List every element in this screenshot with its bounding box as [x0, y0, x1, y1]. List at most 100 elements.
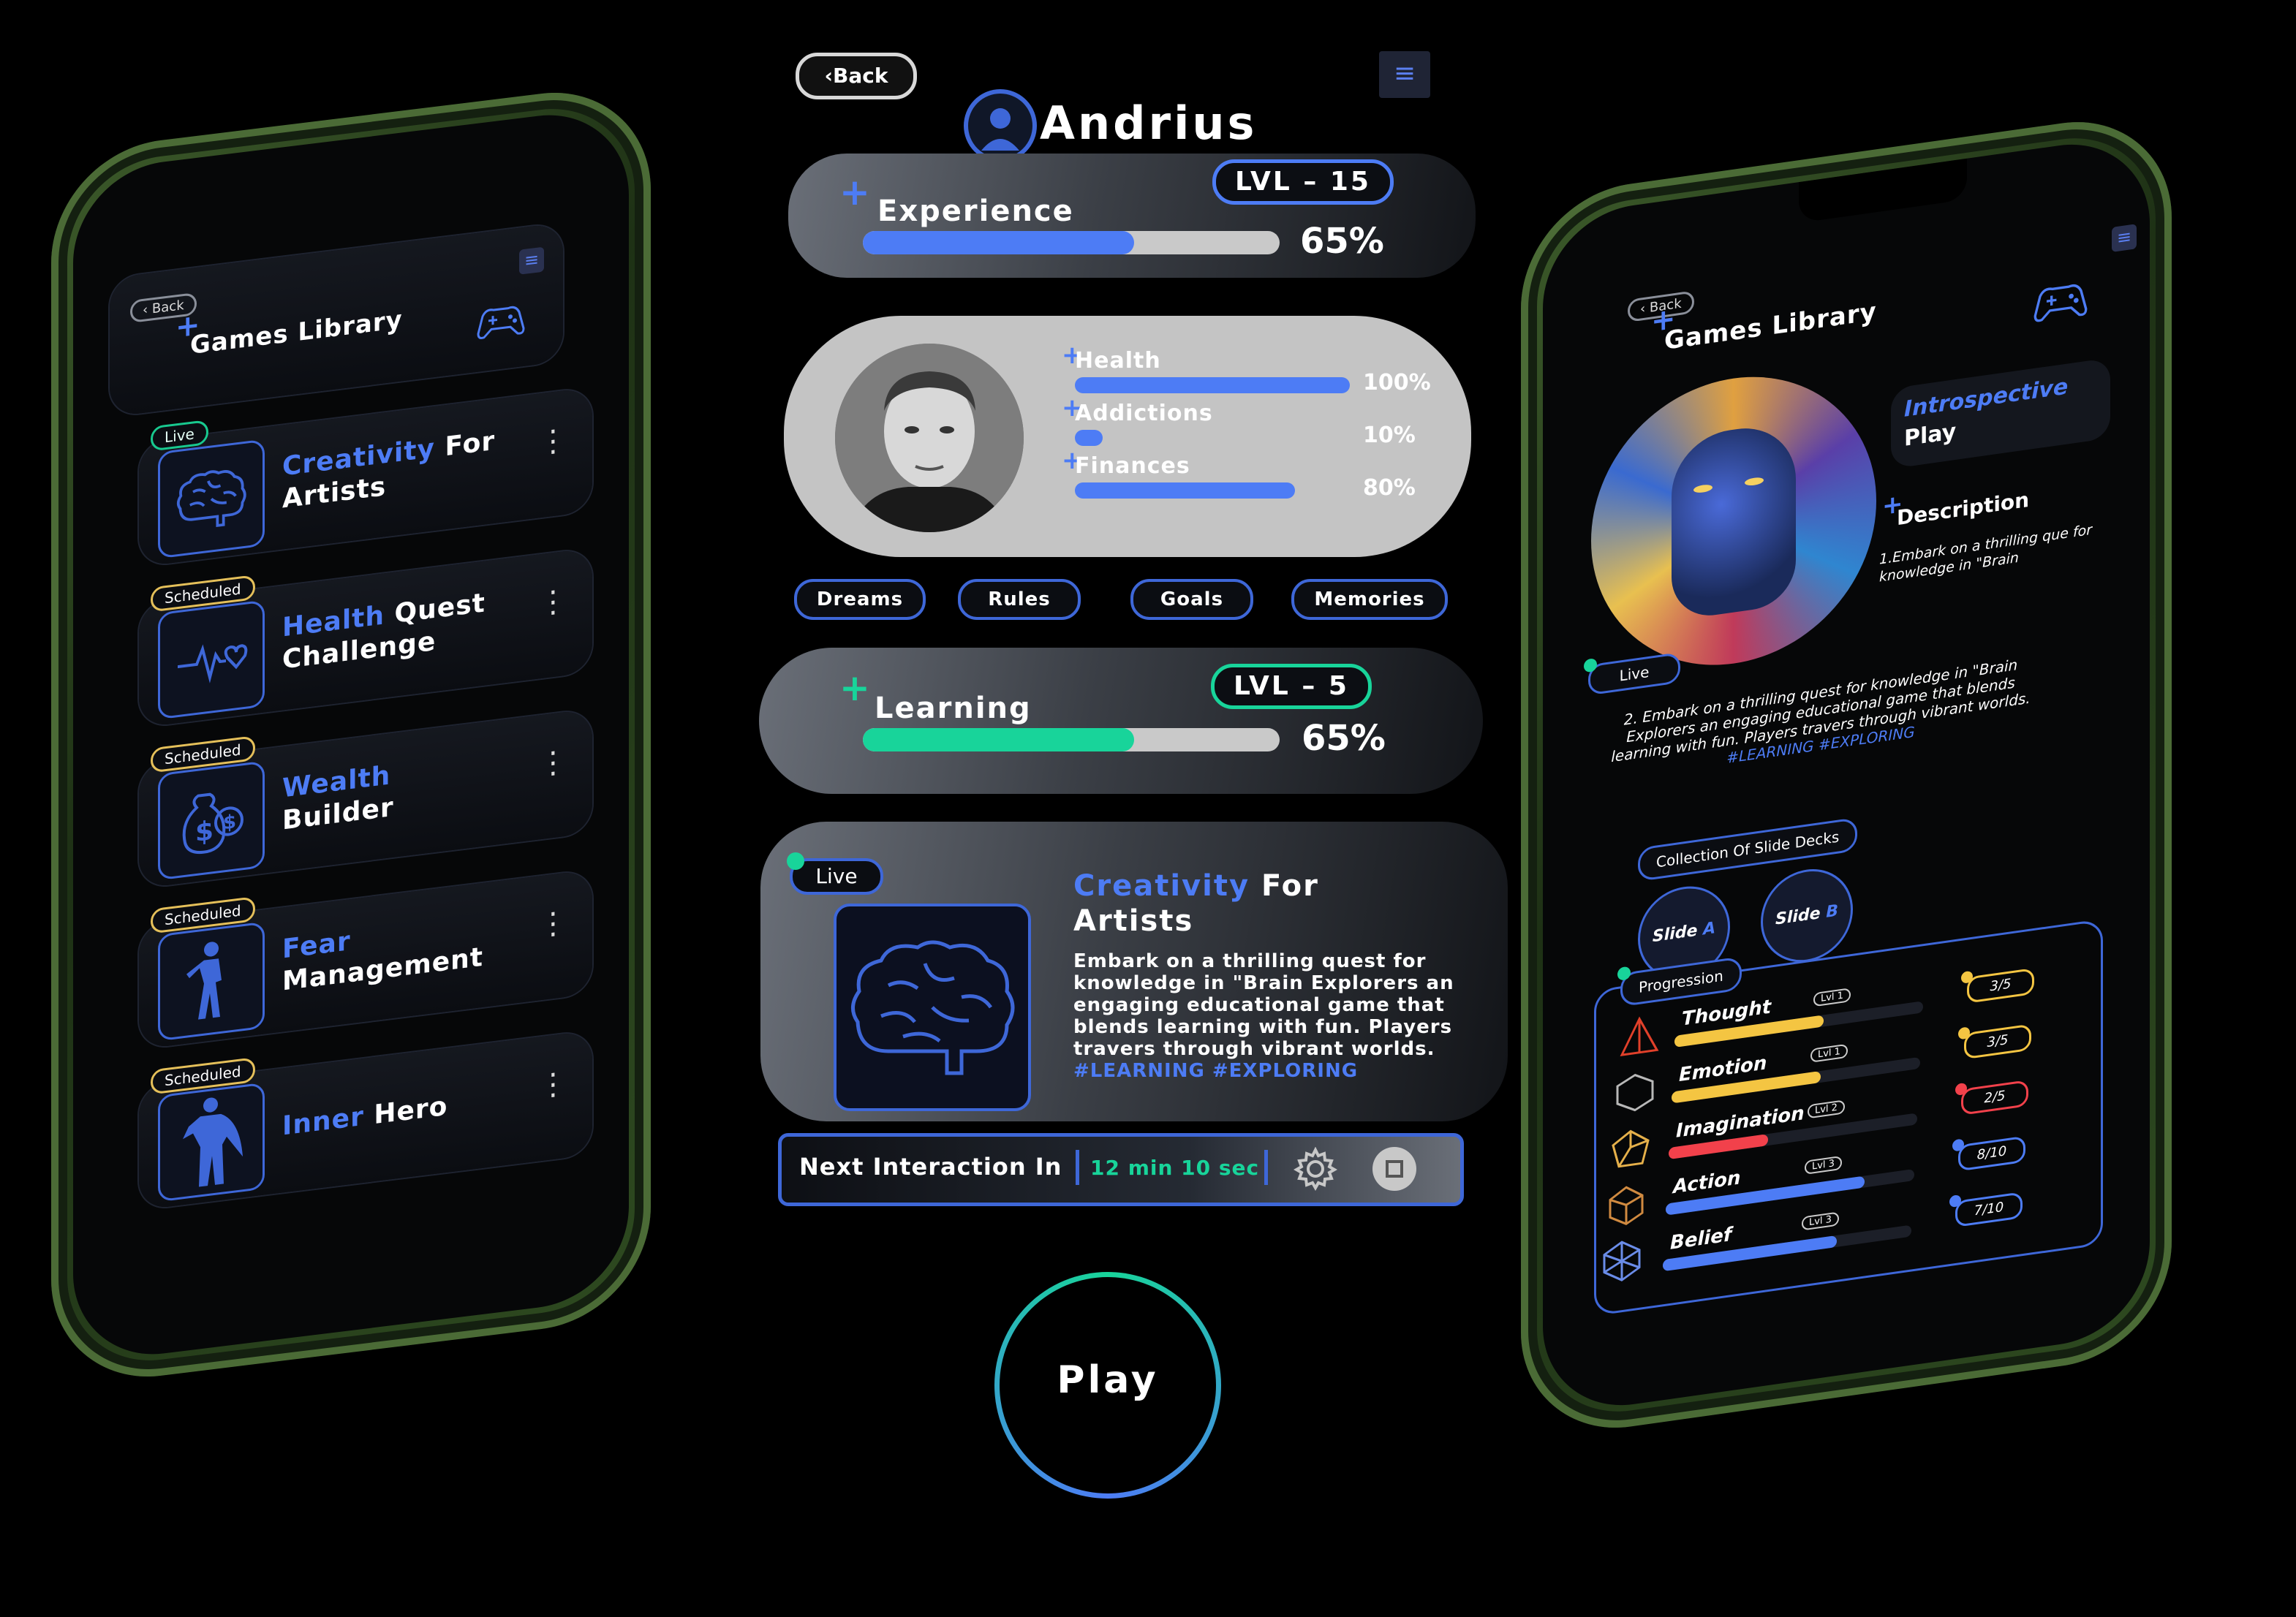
feature-title-accent: Creativity [1073, 869, 1250, 903]
stat-value: 80% [1363, 475, 1416, 501]
stat-progress-bar [1075, 377, 1350, 393]
stat-progress-bar [1075, 482, 1350, 499]
right-phone-screen: ‹ Back ≡ + Games Library Live Introspect… [1543, 132, 2150, 1417]
geometric-shape-icon [1610, 1126, 1651, 1175]
left-phone-screen: ‹ Back ≡ + Games Library Live Creativity… [73, 105, 629, 1365]
tab-rules[interactable]: Rules [958, 579, 1081, 620]
svg-text:$: $ [223, 811, 236, 834]
tab-dreams[interactable]: Dreams [794, 579, 926, 620]
menu-icon[interactable]: ≡ [2112, 224, 2137, 252]
settings-gear-icon[interactable] [1293, 1146, 1338, 1194]
play-label: Play [1057, 1358, 1159, 1402]
feature-title-rest: For [1250, 869, 1319, 903]
brain-icon [834, 904, 1031, 1111]
game-list-item[interactable]: Scheduled Fear Management · · · [139, 869, 592, 1050]
figure-icon [158, 921, 265, 1042]
slide-name: Slide [1652, 921, 1698, 947]
more-options-icon[interactable]: · · · [548, 575, 558, 631]
game-title: Health Quest Challenge [282, 587, 486, 676]
experience-label: Experience [877, 194, 1074, 228]
menu-icon[interactable]: ≡ [519, 246, 544, 275]
phone-notch [1799, 158, 1967, 224]
slide-name: Slide [1775, 904, 1821, 929]
experience-level-badge: LVL – 15 [1212, 159, 1394, 205]
stat-value: 10% [1363, 423, 1416, 448]
money-bag-icon: $ $ [158, 760, 265, 881]
game-list-item[interactable]: Scheduled Health Quest Challenge · · · [139, 548, 592, 728]
game-title-rest: Quest [385, 588, 486, 631]
learning-percent: 65% [1302, 718, 1386, 759]
featured-game-card[interactable]: Live Creativity For Artists Embark on a … [760, 822, 1508, 1121]
stat-label: Addictions [1075, 401, 1213, 426]
tab-memories[interactable]: Memories [1291, 579, 1448, 620]
hashtag-exploring[interactable]: #EXPLORING [1212, 1060, 1358, 1082]
stat-label: Finances [1075, 453, 1190, 479]
stat-label: Health [1075, 348, 1161, 374]
game-title-accent: Inner [282, 1101, 364, 1142]
plus-icon: + [839, 667, 870, 709]
game-list-item[interactable]: Scheduled $ $ Wealth Builder · · · [139, 708, 592, 889]
description-label: Description [1897, 487, 2030, 531]
feature-description: Embark on a thrilling quest for knowledg… [1073, 950, 1468, 1082]
learning-progress-fill [863, 728, 1134, 751]
slide-letter: A [1703, 919, 1716, 939]
feature-title-line2: Artists [1073, 904, 1194, 938]
next-interaction-label: Next Interaction In [799, 1153, 1062, 1181]
user-name: Andrius [1040, 96, 1258, 150]
stop-icon[interactable] [1372, 1147, 1416, 1191]
page-title: Games Library [1664, 297, 1877, 356]
user-avatar-icon [964, 89, 1037, 162]
heartbeat-icon [158, 599, 265, 720]
gamepad-icon [475, 300, 526, 346]
slide-letter: B [1826, 901, 1839, 922]
game-title-rest: Hero [363, 1091, 448, 1132]
experience-card: LVL – 15 + Experience 65% [788, 154, 1476, 278]
mode-card: Introspective Play [1891, 357, 2110, 469]
geometric-shape-icon [1619, 1013, 1660, 1063]
divider [1076, 1150, 1079, 1185]
live-indicator-dot [787, 852, 804, 870]
stat-progress-fill [1075, 377, 1350, 393]
slide-deck-button[interactable]: Slide B [1761, 863, 1853, 969]
learning-level-badge: LVL – 5 [1211, 664, 1372, 709]
feature-description-text: Embark on a thrilling quest for knowledg… [1073, 950, 1454, 1060]
artwork-image [1591, 358, 1876, 684]
brain-icon [158, 439, 265, 559]
left-phone-mockup: ‹ Back ≡ + Games Library Live Creativity… [51, 80, 651, 1390]
hashtag-learning[interactable]: #LEARNING [1073, 1060, 1205, 1082]
tab-goals[interactable]: Goals [1130, 579, 1253, 620]
experience-progress-fill [863, 231, 1134, 254]
next-interaction-bar: Next Interaction In 12 min 10 sec [778, 1133, 1464, 1206]
stat-progress-fill [1075, 482, 1295, 499]
game-list-item[interactable]: Scheduled Inner Hero · · · [139, 1030, 592, 1211]
page-title: Games Library [190, 305, 403, 361]
learning-label: Learning [875, 692, 1032, 725]
experience-progress-bar [863, 231, 1280, 254]
experience-percent: 65% [1300, 221, 1384, 262]
game-title-rest: For [434, 425, 496, 463]
more-options-icon[interactable]: · · · [548, 1058, 558, 1113]
mode-accent: Introspective [1904, 374, 2069, 423]
game-title: Fear Management [282, 909, 483, 999]
learning-card: LVL – 5 + Learning 65% [759, 648, 1483, 794]
next-interaction-time: 12 min 10 sec [1090, 1156, 1260, 1180]
game-list-item[interactable]: Live Creativity For Artists · · · [139, 387, 592, 567]
mode-rest: Play [1904, 418, 1957, 452]
back-button[interactable]: ‹Back [796, 53, 917, 99]
profile-photo [835, 344, 1024, 532]
game-title: Wealth Builder [282, 760, 394, 838]
feature-title: Creativity For Artists [1073, 868, 1319, 939]
menu-icon[interactable]: ≡ [1379, 51, 1430, 98]
more-options-icon[interactable]: · · · [548, 736, 558, 792]
learning-progress-bar [863, 728, 1280, 751]
geometric-shape-icon [1615, 1069, 1655, 1119]
plus-icon: + [839, 171, 870, 213]
more-options-icon[interactable]: · · · [548, 897, 558, 953]
right-phone-mockup: ‹ Back ≡ + Games Library Live Introspect… [1521, 107, 2172, 1442]
geometric-shape-icon [1606, 1181, 1647, 1231]
play-button[interactable]: Play [994, 1272, 1221, 1499]
hero-icon [158, 1082, 265, 1203]
more-options-icon[interactable]: · · · [548, 414, 558, 470]
divider [1264, 1150, 1268, 1185]
games-library-header: ‹ Back ≡ + Games Library [110, 222, 563, 417]
